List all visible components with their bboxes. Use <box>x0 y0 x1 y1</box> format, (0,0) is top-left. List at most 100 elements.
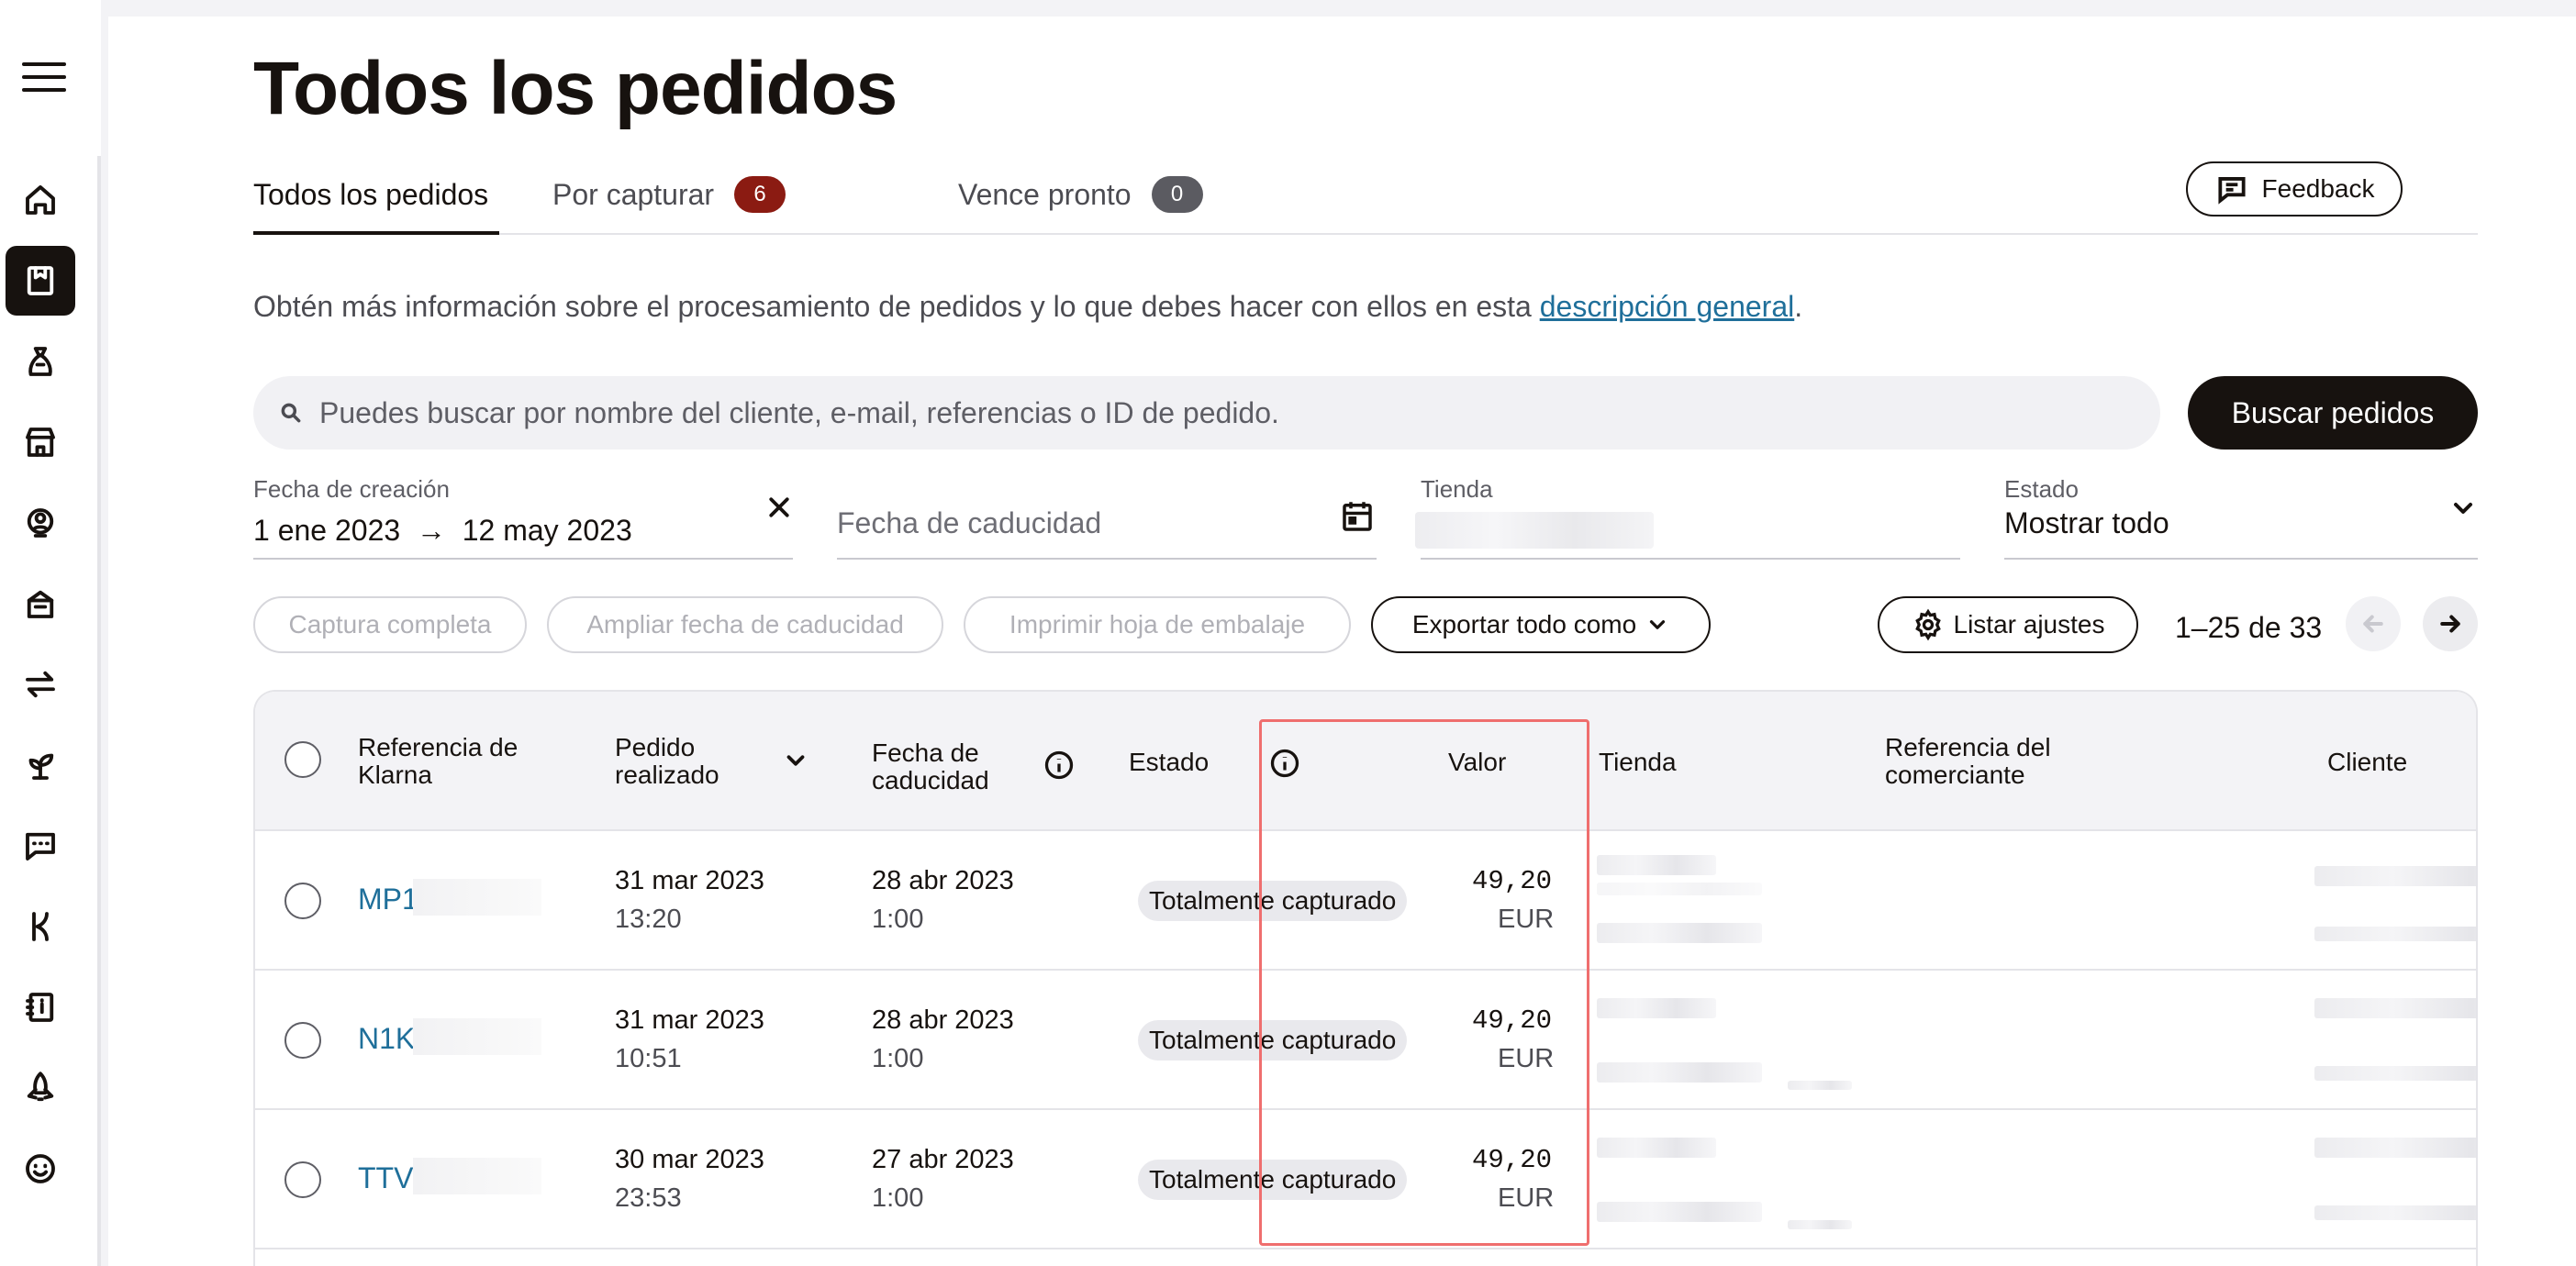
main-content: Todos los pedidos Todos los pedidos Por … <box>108 17 2576 1266</box>
redacted-store-value <box>1415 512 1654 549</box>
klarna-reference-link[interactable]: TTV <box>358 1161 413 1195</box>
column-header-store[interactable]: Tienda <box>1599 749 1677 776</box>
status-badge: Totalmente capturado <box>1138 1160 1408 1200</box>
order-amount: 49,20 <box>1472 866 1553 896</box>
search-bar <box>253 376 2160 450</box>
sidebar-item-transfers[interactable] <box>6 650 75 719</box>
creation-date-filter[interactable]: Fecha de creación 1 ene 2023 → 12 may 20… <box>253 475 793 560</box>
order-placed-date: 31 mar 2023 <box>615 1005 764 1035</box>
search-input[interactable] <box>319 395 2063 430</box>
sidebar-item-messages[interactable] <box>6 811 75 881</box>
export-all-button[interactable]: Exportar todo como <box>1371 596 1711 653</box>
guide-book-icon <box>26 993 54 1022</box>
order-currency: EUR <box>1498 905 1555 934</box>
info-icon[interactable] <box>1268 747 1301 780</box>
klarna-reference-link[interactable]: N1K <box>358 1022 415 1056</box>
tab-all-orders[interactable]: Todos los pedidos <box>253 172 488 217</box>
list-settings-button[interactable]: Listar ajustes <box>1878 596 2138 653</box>
expiry-time: 1:00 <box>872 1044 924 1073</box>
filter-placeholder: Fecha de caducidad <box>837 506 1102 539</box>
tab-expiring-soon[interactable]: Vence pronto 0 <box>958 172 1203 217</box>
order-currency: EUR <box>1498 1183 1555 1213</box>
print-packing-slip-button[interactable]: Imprimir hoja de embalaje <box>964 596 1351 653</box>
column-header-klarna-reference[interactable]: Referencia de Klarna <box>358 734 560 789</box>
column-header-merchant-reference[interactable]: Referencia del comerciante <box>1885 734 2105 789</box>
sidebar-item-klarna[interactable] <box>6 892 75 961</box>
status-filter[interactable]: Estado Mostrar todo <box>2004 475 2478 560</box>
redacted-customer <box>2314 1205 2476 1220</box>
overview-link[interactable]: descripción general <box>1540 290 1795 323</box>
search-icon <box>281 403 301 423</box>
sidebar-item-home[interactable] <box>6 165 75 235</box>
order-currency: EUR <box>1498 1044 1555 1073</box>
redacted-store <box>1597 1062 1762 1083</box>
tab-bar: Todos los pedidos Por capturar 6 Vence p… <box>253 154 2478 235</box>
order-placed-date: 31 mar 2023 <box>615 866 764 895</box>
sidebar-item-feedback[interactable] <box>6 1134 75 1204</box>
order-placed-date: 30 mar 2023 <box>615 1145 764 1174</box>
extend-expiry-button[interactable]: Ampliar fecha de caducidad <box>547 596 943 653</box>
sidebar-item-stores[interactable] <box>6 407 75 477</box>
feedback-icon <box>2217 177 2246 205</box>
tab-label: Por capturar <box>552 177 715 211</box>
previous-page-button[interactable] <box>2346 596 2401 651</box>
sidebar-item-guides[interactable] <box>6 972 75 1042</box>
sidebar-scrollbar[interactable] <box>97 156 101 1266</box>
expiry-time: 1:00 <box>872 1183 924 1213</box>
column-header-status[interactable]: Estado <box>1129 749 1209 776</box>
box-icon <box>27 590 54 618</box>
column-header-customer[interactable]: Cliente <box>2327 749 2407 776</box>
filter-label: Fecha de creación <box>253 475 450 503</box>
row-checkbox[interactable] <box>284 1161 321 1198</box>
sidebar <box>0 0 101 1266</box>
store-filter[interactable]: Tienda <box>1415 475 1960 560</box>
redacted-store <box>1597 855 1716 875</box>
expiry-date-filter[interactable]: Fecha de caducidad <box>837 475 1377 560</box>
column-header-order-placed[interactable]: Pedido realizado <box>615 734 753 789</box>
redacted-store <box>1597 998 1716 1018</box>
row-checkbox[interactable] <box>284 1022 321 1059</box>
sort-chevron-down-icon[interactable] <box>782 747 809 774</box>
sidebar-item-orders[interactable] <box>6 246 75 316</box>
clear-icon[interactable] <box>765 494 793 521</box>
full-capture-button[interactable]: Captura completa <box>253 596 527 653</box>
redacted-reference <box>413 879 541 916</box>
klarna-reference-link[interactable]: MP1 <box>358 883 418 916</box>
order-amount: 49,20 <box>1472 1145 1553 1175</box>
info-icon[interactable] <box>1043 749 1076 782</box>
sidebar-item-customers[interactable] <box>6 488 75 558</box>
chevron-down-icon <box>2454 503 2472 514</box>
redacted-customer <box>2314 1138 2476 1158</box>
redacted-merchant-reference <box>1788 1220 1852 1229</box>
sidebar-item-payments[interactable] <box>6 327 75 396</box>
sidebar-item-growth[interactable] <box>6 730 75 800</box>
table-row[interactable]: N1K 31 mar 2023 10:51 28 abr 2023 1:00 T… <box>255 971 2476 1110</box>
status-badge: Totalmente capturado <box>1138 1020 1408 1061</box>
row-checkbox[interactable] <box>284 883 321 919</box>
select-all-checkbox[interactable] <box>284 741 321 778</box>
column-header-expiry-date[interactable]: Fecha de caducidad <box>872 739 1028 794</box>
column-header-value[interactable]: Valor <box>1448 749 1506 776</box>
sidebar-item-products[interactable] <box>6 569 75 639</box>
tab-label: Vence pronto <box>958 177 1132 211</box>
next-page-button[interactable] <box>2423 596 2478 651</box>
home-icon <box>26 185 55 215</box>
calendar-icon[interactable] <box>1338 497 1377 536</box>
table-row[interactable]: MP1 31 mar 2023 13:20 28 abr 2023 1:00 T… <box>255 831 2476 971</box>
table-row[interactable]: TTV 30 mar 2023 23:53 27 abr 2023 1:00 T… <box>255 1110 2476 1249</box>
page-title: Todos los pedidos <box>253 47 898 130</box>
redacted-customer <box>2314 1066 2476 1081</box>
status-badge: Totalmente capturado <box>1138 881 1408 921</box>
tab-label: Todos los pedidos <box>253 177 489 211</box>
table-header: Referencia de Klarna Pedido realizado Fe… <box>255 692 2476 831</box>
feedback-button[interactable]: Feedback <box>2186 161 2403 217</box>
gear-icon <box>1914 608 1941 641</box>
search-orders-button[interactable]: Buscar pedidos <box>2188 376 2478 450</box>
tab-to-capture[interactable]: Por capturar 6 <box>552 172 786 217</box>
expiry-date: 27 abr 2023 <box>872 1145 1014 1174</box>
hamburger-menu-icon[interactable] <box>17 57 72 97</box>
sidebar-item-launch[interactable] <box>6 1053 75 1123</box>
growth-plant-icon <box>28 753 54 780</box>
chevron-down-icon <box>1650 620 1666 629</box>
list-settings-label: Listar ajustes <box>1953 610 2105 639</box>
